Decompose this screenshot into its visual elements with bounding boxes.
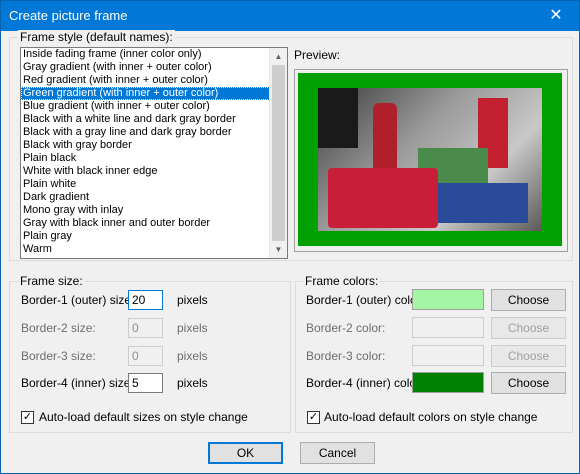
border3-choose-button[interactable]: Choose	[491, 345, 566, 367]
autoload-sizes-checkbox[interactable]: ✓	[21, 411, 34, 424]
autoload-colors-label[interactable]: Auto-load default colors on style change	[324, 410, 537, 424]
preview-photo	[318, 88, 542, 231]
preview-frame-border	[298, 73, 562, 246]
autoload-colors-checkbox[interactable]: ✓	[307, 411, 320, 424]
list-item[interactable]: Blue gradient (with inner + outer color)	[21, 100, 270, 113]
list-item[interactable]: Plain white	[21, 178, 270, 191]
border2-size-label: Border-2 size:	[21, 321, 96, 335]
list-item[interactable]: Gray gradient (with inner + outer color)	[21, 61, 270, 74]
border3-size-unit: pixels	[177, 349, 208, 363]
ok-button[interactable]: OK	[208, 442, 283, 464]
list-item[interactable]: Plain gray	[21, 230, 270, 243]
frame-size-label: Frame size:	[18, 274, 85, 288]
list-item[interactable]: White with black inner edge	[21, 165, 270, 178]
list-item[interactable]: Green gradient (with inner + outer color…	[21, 87, 270, 100]
frame-style-items: Inside fading frame (inner color only) G…	[21, 48, 270, 256]
border4-color-label: Border-4 (inner) color:	[306, 376, 424, 390]
border4-color-swatch	[412, 372, 484, 393]
border3-size-input[interactable]: 0	[128, 346, 163, 366]
border4-size-label: Border-4 (inner) size:	[21, 376, 134, 390]
list-item[interactable]: Gray with black inner and outer border	[21, 217, 270, 230]
frame-colors-label: Frame colors:	[303, 274, 381, 288]
border1-color-label: Border-1 (outer) color:	[306, 293, 425, 307]
border2-choose-button[interactable]: Choose	[491, 317, 566, 339]
cancel-button[interactable]: Cancel	[300, 442, 375, 464]
border3-color-label: Border-3 color:	[306, 349, 386, 363]
list-item[interactable]: Inside fading frame (inner color only)	[21, 48, 270, 61]
autoload-sizes-label[interactable]: Auto-load default sizes on style change	[39, 410, 248, 424]
border2-size-input[interactable]: 0	[128, 318, 163, 338]
frame-style-label: Frame style (default names):	[18, 30, 175, 44]
border1-size-unit: pixels	[177, 293, 208, 307]
scroll-up-icon[interactable]: ▲	[270, 48, 287, 65]
border4-choose-button[interactable]: Choose	[491, 372, 566, 394]
border3-size-label: Border-3 size:	[21, 349, 96, 363]
border2-color-label: Border-2 color:	[306, 321, 386, 335]
list-item[interactable]: Red gradient (with inner + outer color)	[21, 74, 270, 87]
border1-color-swatch	[412, 289, 484, 310]
border2-color-swatch	[412, 317, 484, 338]
border1-size-label: Border-1 (outer) size:	[21, 293, 135, 307]
scroll-down-icon[interactable]: ▼	[270, 241, 287, 258]
border4-size-unit: pixels	[177, 376, 208, 390]
preview-image	[294, 69, 568, 252]
border4-size-input[interactable]: 5	[128, 373, 163, 393]
list-item[interactable]: Black with gray border	[21, 139, 270, 152]
list-item[interactable]: Mono gray with inlay	[21, 204, 270, 217]
close-icon[interactable]: ✕	[533, 1, 579, 31]
border2-size-unit: pixels	[177, 321, 208, 335]
border3-color-swatch	[412, 345, 484, 366]
scroll-thumb[interactable]	[272, 65, 285, 241]
border1-size-input[interactable]: 20	[128, 290, 163, 310]
list-scrollbar[interactable]: ▲ ▼	[269, 48, 287, 258]
title-bar: Create picture frame ✕	[1, 1, 579, 31]
list-item[interactable]: Plain black	[21, 152, 270, 165]
list-item[interactable]: Black with a white line and dark gray bo…	[21, 113, 270, 126]
list-item[interactable]: Black with a gray line and dark gray bor…	[21, 126, 270, 139]
border1-choose-button[interactable]: Choose	[491, 289, 566, 311]
list-item[interactable]: Dark gradient	[21, 191, 270, 204]
preview-label: Preview:	[294, 48, 341, 62]
list-item[interactable]: Warm	[21, 243, 270, 256]
frame-style-list[interactable]: Inside fading frame (inner color only) G…	[20, 47, 288, 259]
dialog-window: Create picture frame ✕ Frame style (defa…	[0, 0, 580, 474]
window-title: Create picture frame	[9, 8, 128, 23]
